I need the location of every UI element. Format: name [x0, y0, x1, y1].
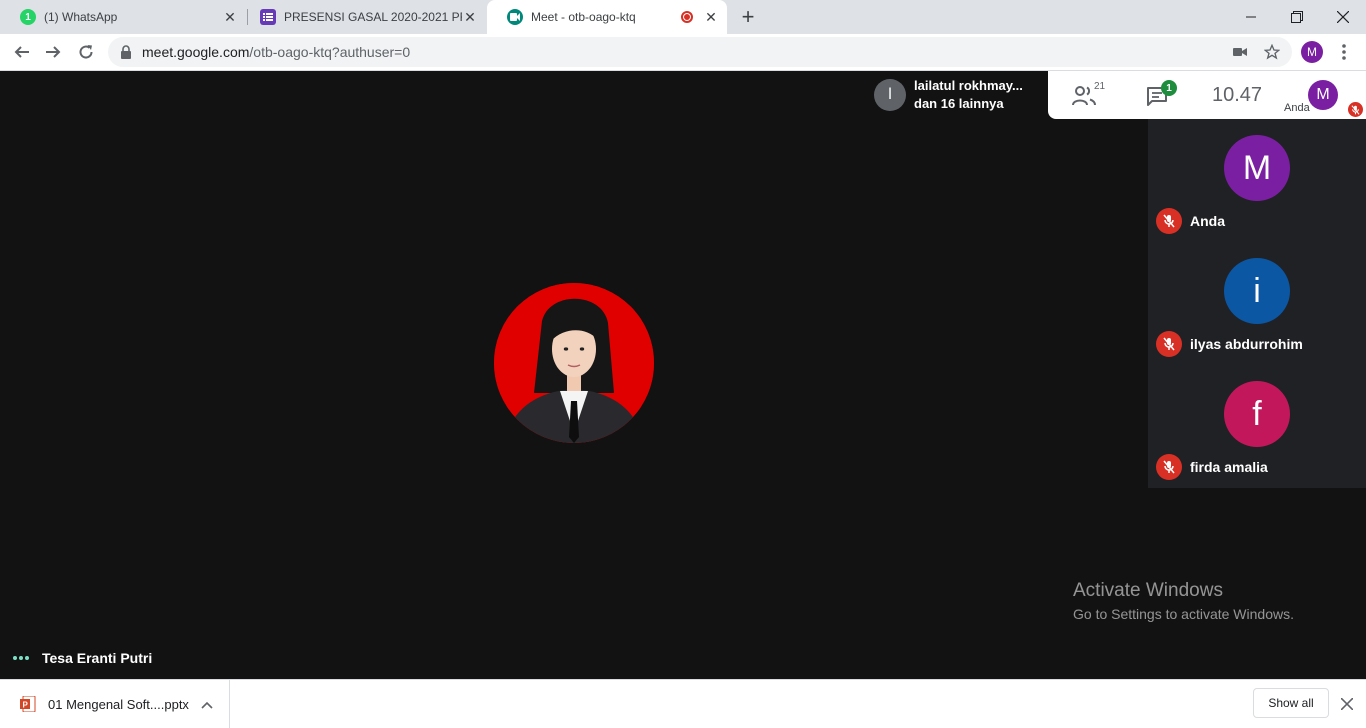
- meeting-time: 10.47: [1212, 84, 1263, 106]
- reload-icon[interactable]: [72, 38, 100, 66]
- participant-name: ilyas abdurrohim: [1190, 336, 1303, 352]
- tab-title: (1) WhatsApp: [44, 10, 118, 24]
- self-avatar[interactable]: M: [1308, 80, 1338, 110]
- whatsapp-icon: 1: [20, 9, 36, 25]
- watermark-title: Activate Windows: [1073, 580, 1223, 601]
- chat-button[interactable]: 1: [1146, 80, 1180, 109]
- close-window-icon[interactable]: [1320, 0, 1366, 34]
- participant-avatar: M: [1224, 135, 1290, 201]
- tab-title: Meet - otb-oago-ktq: [531, 10, 636, 24]
- presenter-others: dan 16 lainnya: [914, 96, 1004, 111]
- participant-avatar: i: [1224, 258, 1290, 324]
- presenter-avatar: l: [874, 79, 906, 111]
- activate-windows-watermark: Activate Windows Go to Settings to activ…: [1073, 580, 1294, 622]
- mic-off-icon: [1156, 331, 1182, 357]
- close-tab-icon[interactable]: ✕: [462, 9, 478, 25]
- close-shelf-icon[interactable]: [1338, 695, 1356, 713]
- tab-presensi[interactable]: PRESENSI GASAL 2020-2021 PRO ✕: [240, 0, 486, 34]
- profile-avatar[interactable]: M: [1301, 41, 1323, 63]
- main-speaker-avatar: [494, 283, 654, 443]
- chevron-up-icon[interactable]: [201, 697, 213, 712]
- tab-strip: 1 (1) WhatsApp ✕ PRESENSI GASAL 2020-202…: [0, 0, 1366, 34]
- self-mic-off-icon: [1348, 102, 1363, 117]
- bookmark-star-icon[interactable]: [1258, 38, 1286, 66]
- download-item[interactable]: P 01 Mengenal Soft....pptx: [0, 680, 230, 728]
- presenter-chip[interactable]: l lailatul rokhmay... dan 16 lainnya: [866, 71, 1048, 119]
- back-arrow-icon[interactable]: [8, 38, 36, 66]
- svg-text:P: P: [23, 701, 29, 710]
- participant-name: Anda: [1190, 213, 1225, 229]
- download-filename: 01 Mengenal Soft....pptx: [48, 696, 189, 712]
- url-host: meet.google.com: [142, 44, 250, 60]
- active-speaker-label: Tesa Eranti Putri: [12, 650, 152, 666]
- self-label: Anda: [1284, 102, 1310, 114]
- chat-badge: 1: [1161, 80, 1177, 96]
- lock-icon: [121, 45, 131, 59]
- browser-toolbar: meet.google.com/otb-oago-ktq?authuser=0 …: [0, 34, 1366, 71]
- menu-kebab-icon[interactable]: [1330, 38, 1358, 66]
- participant-count: 21: [1094, 81, 1106, 92]
- participant-avatar: f: [1224, 381, 1290, 447]
- forward-arrow-icon[interactable]: [39, 38, 67, 66]
- close-tab-icon[interactable]: ✕: [222, 9, 238, 25]
- meet-top-bar: 21 1 10.47 M Anda: [1048, 71, 1366, 119]
- mic-off-icon: [1156, 454, 1182, 480]
- participant-tiles: M Anda i ilyas abdurrohim f firda amalia: [1148, 119, 1366, 488]
- forms-icon: [260, 9, 276, 25]
- tab-meet[interactable]: Meet - otb-oago-ktq ✕: [487, 0, 727, 34]
- restore-icon[interactable]: [1274, 0, 1320, 34]
- tab-title: PRESENSI GASAL 2020-2021 PRO: [284, 10, 462, 24]
- new-tab-icon[interactable]: +: [736, 4, 760, 29]
- people-icon: [1072, 86, 1096, 106]
- audio-activity-icon: [13, 656, 29, 660]
- meet-icon: [507, 9, 523, 25]
- participant-name: firda amalia: [1190, 459, 1268, 475]
- download-shelf: P 01 Mengenal Soft....pptx Show all: [0, 679, 1366, 728]
- address-bar[interactable]: meet.google.com/otb-oago-ktq?authuser=0: [108, 37, 1292, 67]
- tab-whatsapp[interactable]: 1 (1) WhatsApp ✕: [0, 0, 246, 34]
- recording-icon: [681, 11, 693, 23]
- show-all-button[interactable]: Show all: [1253, 688, 1329, 718]
- camera-icon[interactable]: [1226, 38, 1254, 66]
- active-speaker-name: Tesa Eranti Putri: [42, 650, 153, 666]
- participant-tile[interactable]: i ilyas abdurrohim: [1148, 242, 1366, 365]
- url-path: /otb-oago-ktq?authuser=0: [249, 44, 411, 60]
- watermark-subtitle: Go to Settings to activate Windows.: [1073, 606, 1294, 622]
- pptx-file-icon: P: [20, 695, 36, 713]
- presenter-name: lailatul rokhmay...: [914, 78, 1023, 93]
- close-tab-icon[interactable]: ✕: [703, 9, 719, 25]
- mic-off-icon: [1156, 208, 1182, 234]
- participant-tile[interactable]: f firda amalia: [1148, 365, 1366, 488]
- participants-button[interactable]: 21: [1072, 81, 1106, 107]
- minimize-icon[interactable]: [1228, 0, 1274, 34]
- participant-tile[interactable]: M Anda: [1148, 119, 1366, 242]
